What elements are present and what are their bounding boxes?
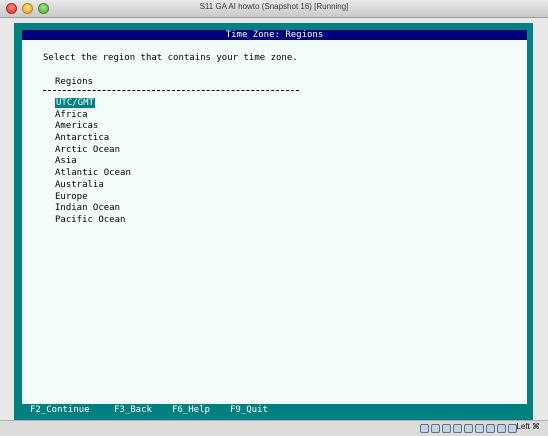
region-item[interactable]: Americas (55, 121, 131, 133)
regions-heading: Regions (55, 77, 93, 87)
network-icon[interactable] (464, 424, 473, 433)
function-key-bar: F2_Continue F3_Back F6_Help F9_Quit (22, 404, 527, 417)
shared-folder-icon[interactable] (453, 424, 462, 433)
region-item[interactable]: Indian Ocean (55, 203, 131, 215)
display-icon[interactable] (475, 424, 484, 433)
window-title: S11 GA AI howto (Snapshot 16) [Running] (199, 2, 349, 11)
mouse-integration-icon[interactable] (497, 424, 506, 433)
region-item[interactable]: Antarctica (55, 133, 131, 145)
region-item[interactable]: Europe (55, 192, 131, 204)
f9-quit-key[interactable]: F9_Quit (230, 404, 268, 417)
region-list[interactable]: UTC/GMT Africa Americas Antarctica Arcti… (55, 98, 131, 227)
region-item[interactable]: Atlantic Ocean (55, 168, 131, 180)
heading-rule (43, 90, 299, 91)
usb-icon[interactable] (442, 424, 451, 433)
region-item[interactable]: UTC/GMT (55, 98, 131, 110)
instruction-text: Select the region that contains your tim… (43, 53, 298, 63)
region-item[interactable]: Arctic Ocean (55, 145, 131, 157)
f3-back-key[interactable]: F3_Back (114, 404, 152, 417)
window-titlebar[interactable]: S11 GA AI howto (Snapshot 16) [Running] (0, 0, 548, 18)
f6-help-key[interactable]: F6_Help (172, 404, 210, 417)
region-item[interactable]: Africa (55, 110, 131, 122)
capture-icon[interactable] (486, 424, 495, 433)
region-panel: Select the region that contains your tim… (22, 40, 527, 404)
hard-disk-icon[interactable] (420, 424, 429, 433)
cd-icon[interactable] (431, 424, 440, 433)
region-item[interactable]: Australia (55, 180, 131, 192)
vm-statusbar: Left ⌘ (0, 420, 548, 436)
f2-continue-key[interactable]: F2_Continue (30, 404, 90, 417)
installer-header: Time Zone: Regions (22, 30, 527, 40)
region-item[interactable]: Asia (55, 156, 131, 168)
vm-screen[interactable]: Time Zone: Regions Select the region tha… (14, 23, 533, 420)
region-item[interactable]: Pacific Ocean (55, 215, 131, 227)
host-key-label: Left ⌘ (516, 422, 540, 431)
